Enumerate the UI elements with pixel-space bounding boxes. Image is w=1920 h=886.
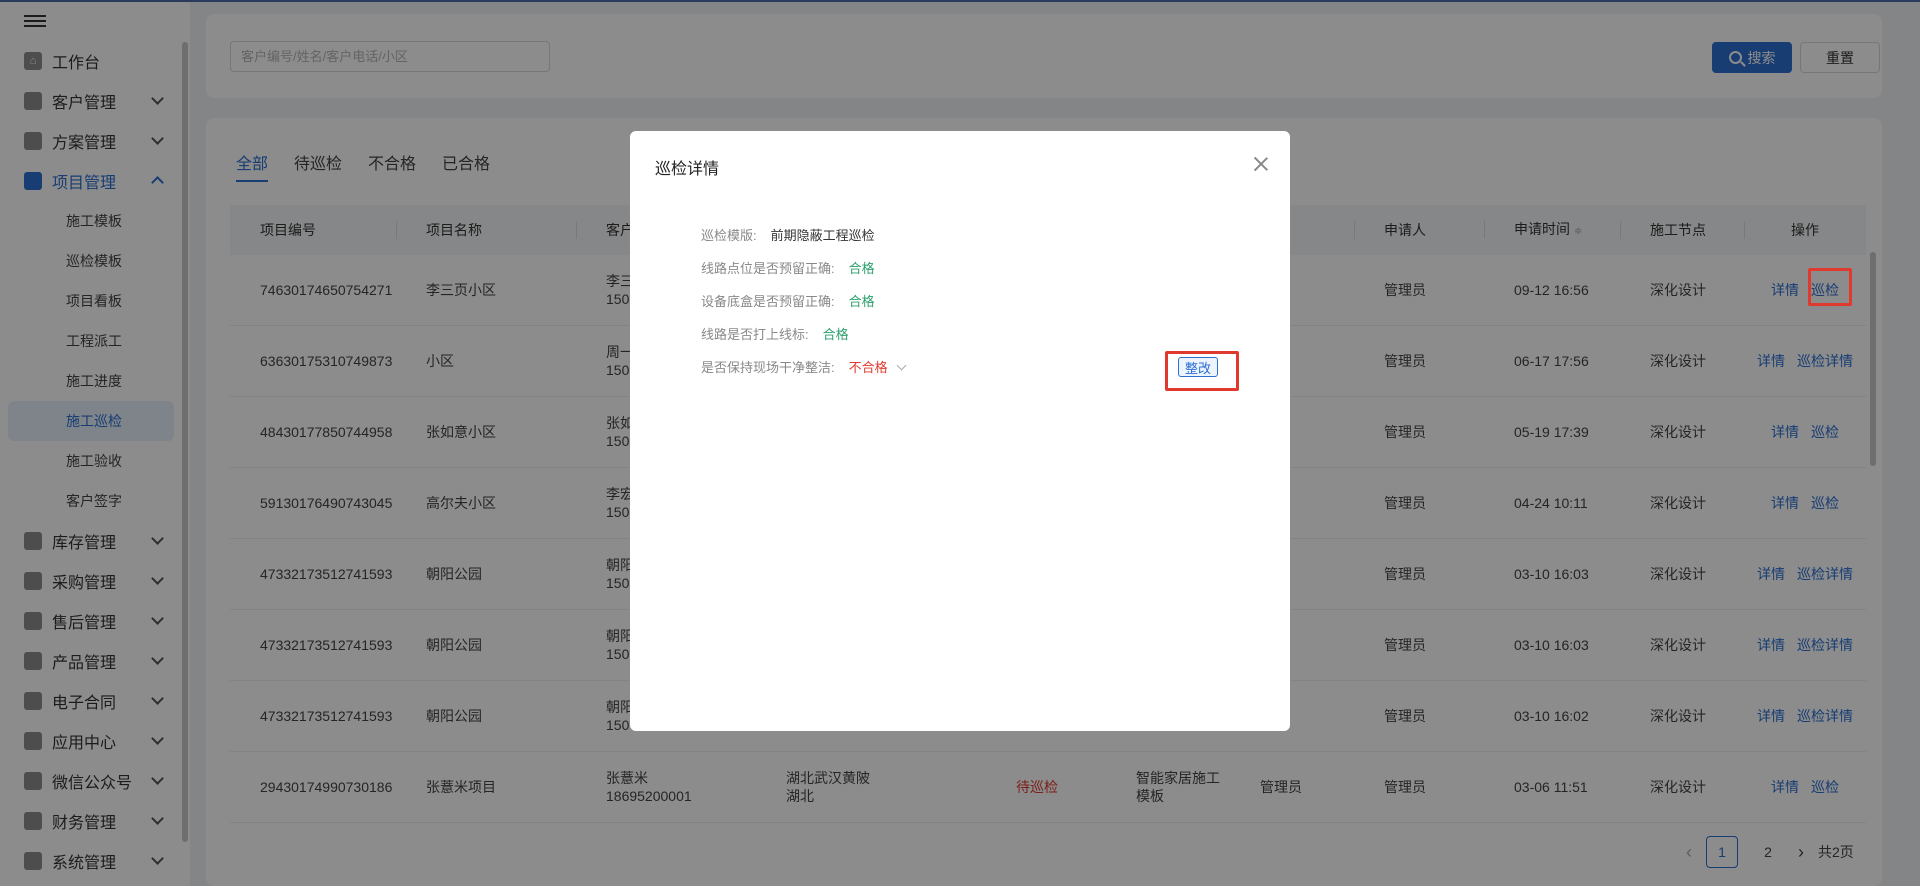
annotation-box xyxy=(1808,268,1852,306)
check-result: 合格 xyxy=(848,294,875,309)
check-label: 是否保持现场干净整洁: xyxy=(701,360,835,375)
chevron-down-icon[interactable] xyxy=(896,360,907,371)
check-result: 合格 xyxy=(822,327,849,342)
template-field: 巡检模版: 前期隐蔽工程巡检 xyxy=(701,225,875,244)
check-row[interactable]: 是否保持现场干净整洁: 不合格 xyxy=(701,357,907,376)
check-label: 线路是否打上线标: xyxy=(701,327,809,342)
close-icon[interactable] xyxy=(1252,155,1270,173)
check-label: 设备底盒是否预留正确: xyxy=(701,294,835,309)
inspection-detail-modal: 巡检详情 巡检模版: 前期隐蔽工程巡检 线路点位是否预留正确: 合格 设备底盒是否预… xyxy=(630,131,1290,731)
check-row: 线路点位是否预留正确: 合格 xyxy=(701,258,875,277)
modal-title: 巡检详情 xyxy=(655,161,720,178)
template-value: 前期隐蔽工程巡检 xyxy=(770,228,875,243)
check-label: 线路点位是否预留正确: xyxy=(701,261,835,276)
top-border xyxy=(0,0,1920,2)
check-result: 合格 xyxy=(848,261,875,276)
template-label: 巡检模版: xyxy=(701,228,757,243)
annotation-box xyxy=(1165,351,1239,391)
check-row: 设备底盒是否预留正确: 合格 xyxy=(701,291,875,310)
check-result: 不合格 xyxy=(848,360,888,375)
check-row: 线路是否打上线标: 合格 xyxy=(701,324,849,343)
